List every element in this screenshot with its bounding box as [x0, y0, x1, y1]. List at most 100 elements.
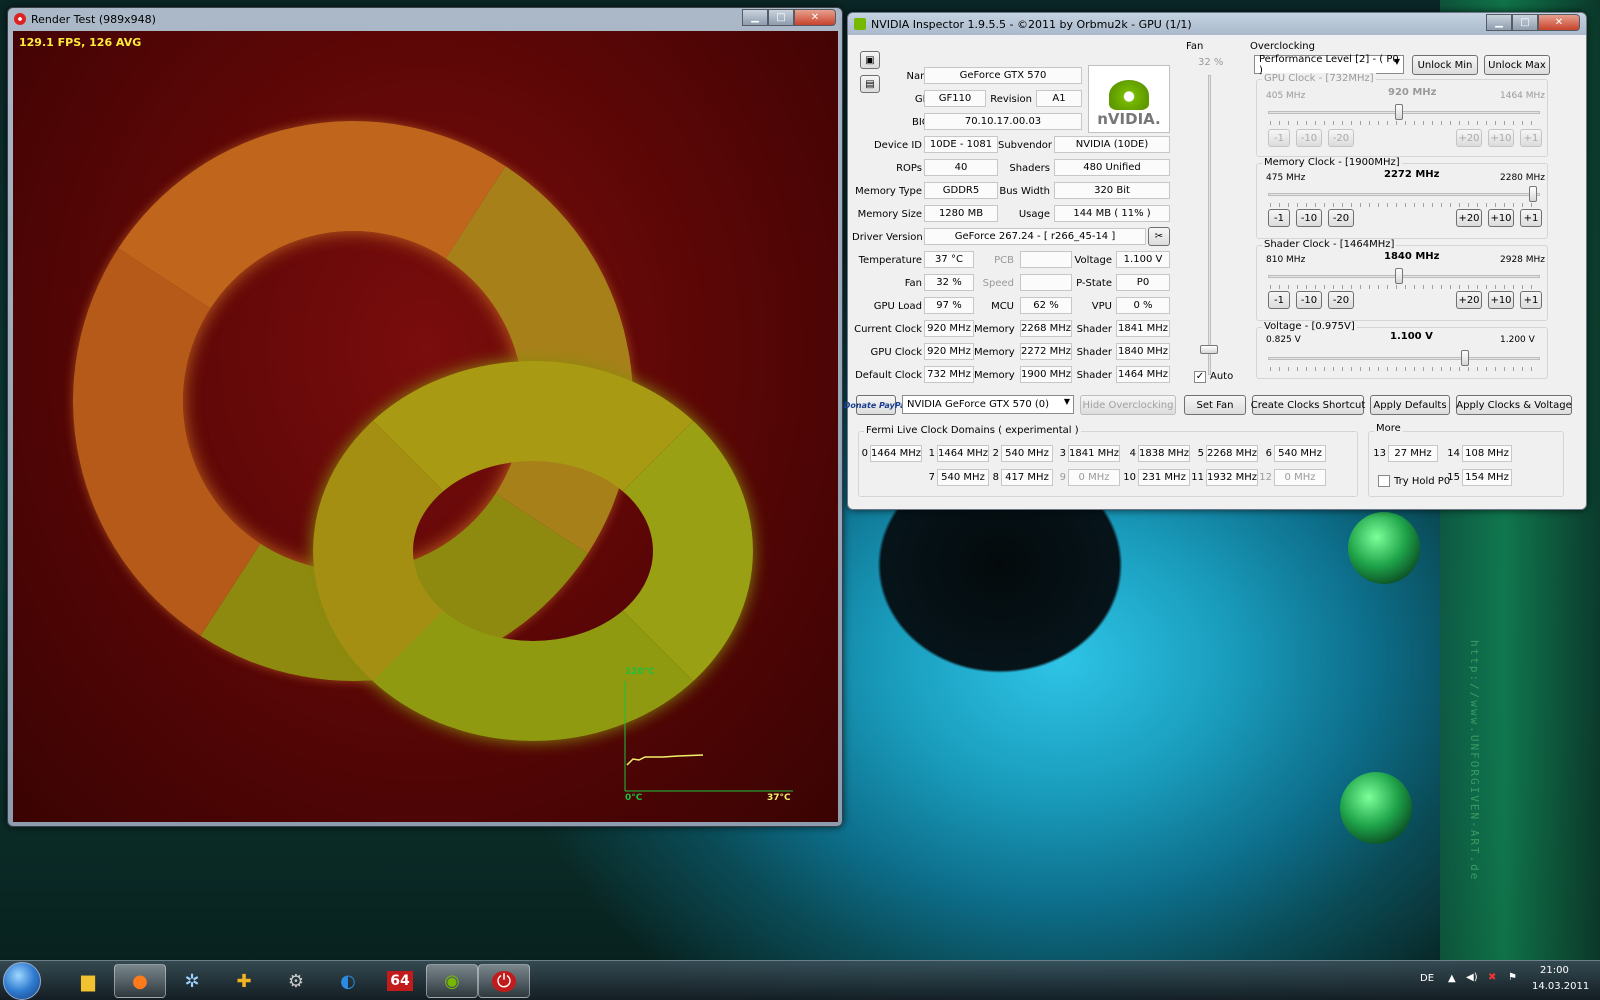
apply-clocks-voltage-button[interactable]: Apply Clocks & Voltage [1456, 395, 1572, 415]
language-indicator[interactable]: DE [1420, 973, 1434, 984]
set-fan-button[interactable]: Set Fan [1184, 395, 1246, 415]
close-button[interactable]: ✕ [794, 9, 836, 26]
gpu-plus-20-button[interactable]: +20 [1456, 129, 1482, 147]
donate-paypal-button[interactable]: Donate PayPal [844, 395, 908, 415]
shader-plus-10-button[interactable]: +10 [1488, 291, 1514, 309]
vpu-label: VPU [1091, 301, 1112, 312]
nvidia-eye-icon [1109, 80, 1149, 110]
gpu-minus-10-button[interactable]: -10 [1296, 129, 1322, 147]
maximize-button[interactable]: □ [1512, 14, 1538, 31]
slider-ticks [1270, 285, 1538, 289]
memory-plus-1-button[interactable]: +1 [1520, 209, 1542, 227]
try-hold-p0-checkbox[interactable] [1378, 475, 1390, 487]
voltage-slider-thumb[interactable] [1460, 350, 1469, 366]
gpu-minus-1-button[interactable]: -1 [1268, 129, 1290, 147]
pcb-field [1020, 251, 1072, 268]
fermi-domain-id: 1 [928, 448, 935, 459]
vpu-field: 0 % [1116, 297, 1170, 314]
clock-date[interactable]: 14.03.2011 [1532, 981, 1589, 992]
sensor-icon[interactable]: ▤ [860, 75, 880, 93]
memory-plus-20-button[interactable]: +20 [1456, 209, 1482, 227]
render-viewport[interactable]: 129.1 FPS, 126 AVG 120°C 0°C 37°C [13, 31, 838, 822]
rops-label: ROPs [896, 163, 922, 174]
clock-time[interactable]: 21:00 [1540, 965, 1569, 976]
puzzle-icon[interactable]: ✚ [218, 964, 270, 998]
nvidia-logo-text: nVIDIA. [1097, 110, 1161, 128]
shader-clock-slider-thumb[interactable] [1394, 268, 1403, 284]
slider-ticks [1270, 367, 1538, 371]
gpu-plus-1-button[interactable]: +1 [1520, 129, 1542, 147]
hide-overclocking-button[interactable]: Hide Overclocking [1080, 395, 1176, 415]
show-hidden-icons-icon[interactable]: ▲ [1448, 973, 1456, 984]
fermi-domain-value: 417 MHz [1001, 469, 1053, 486]
aida64-icon[interactable]: 64 [374, 964, 426, 998]
maximize-button[interactable]: □ [768, 9, 794, 26]
memory-clock-slider-thumb[interactable] [1529, 186, 1538, 202]
shader-minus-20-button[interactable]: -20 [1328, 291, 1354, 309]
more-domain-id: 14 [1447, 448, 1460, 459]
default-clock-label: Default Clock [855, 370, 922, 381]
shader-plus-20-button[interactable]: +20 [1456, 291, 1482, 309]
memory-minus-1-button[interactable]: -1 [1268, 209, 1290, 227]
shader-minus-10-button[interactable]: -10 [1296, 291, 1322, 309]
fan-slider-thumb[interactable] [1200, 345, 1218, 354]
action-center-icon[interactable]: ⚑ [1508, 972, 1517, 983]
temperature-line [626, 754, 704, 766]
memory-clock-slider[interactable] [1268, 193, 1540, 196]
bus-width-field: 320 Bit [1054, 182, 1170, 199]
shader-clock-group-title: Shader Clock - [1464MHz] [1262, 239, 1397, 250]
screenshot-icon[interactable]: ▣ [860, 51, 880, 69]
inspector-titlebar[interactable]: NVIDIA Inspector 1.9.5.5 - ©2011 by Orbm… [848, 13, 1586, 35]
memory-minus-20-button[interactable]: -20 [1328, 209, 1354, 227]
voltage-slider[interactable] [1268, 357, 1540, 360]
nvidia-icon[interactable]: ◉ [426, 964, 478, 998]
gpu-plus-10-button[interactable]: +10 [1488, 129, 1514, 147]
set-memory-clock-field: 2272 MHz [1020, 343, 1072, 360]
name-field: GeForce GTX 570 [924, 67, 1082, 84]
usage-label: Usage [1018, 209, 1050, 220]
graph-current-label: 37°C [767, 793, 791, 803]
graph-max-label: 120°C [625, 667, 655, 677]
fermi-domain-value: 2268 MHz [1206, 445, 1258, 462]
apply-defaults-button[interactable]: Apply Defaults [1370, 395, 1450, 415]
gpu-select[interactable]: NVIDIA GeForce GTX 570 (0) ▼ [902, 395, 1074, 414]
render-window-titlebar[interactable]: Render Test (989x948) [8, 8, 842, 30]
network-icon[interactable]: ✲ [166, 964, 218, 998]
performance-level-select[interactable]: Performance Level [2] - ( P0 ) ▼ [1254, 54, 1404, 76]
unlock-max-button[interactable]: Unlock Max [1484, 55, 1550, 75]
fermi-domain-id: 9 [1059, 472, 1066, 483]
slider-ticks [1270, 203, 1538, 207]
security-icon[interactable]: ✖ [1488, 972, 1496, 983]
close-button[interactable]: ✕ [1538, 14, 1580, 31]
default-memory-clock-field: 1900 MHz [1020, 366, 1072, 383]
browser-icon[interactable]: ◐ [322, 964, 374, 998]
create-clocks-shortcut-button[interactable]: Create Clocks Shortcut [1251, 395, 1365, 415]
more-domain-id: 13 [1373, 448, 1386, 459]
shader-clock-slider[interactable] [1268, 275, 1540, 278]
fan-auto-checkbox[interactable]: ✓ [1194, 371, 1206, 383]
fermi-domain-value: 540 MHz [1001, 445, 1053, 462]
shader-minus-1-button[interactable]: -1 [1268, 291, 1290, 309]
windows-start-icon[interactable] [3, 962, 41, 1000]
memory-plus-10-button[interactable]: +10 [1488, 209, 1514, 227]
steam-icon[interactable]: ⚙ [270, 964, 322, 998]
explorer-icon[interactable]: ▆ [62, 964, 114, 998]
shader-plus-1-button[interactable]: +1 [1520, 291, 1542, 309]
firefox-icon[interactable]: ● [114, 964, 166, 998]
gpu-clock-label: GPU Clock [870, 347, 922, 358]
minimize-button[interactable]: ▁ [1486, 14, 1512, 31]
gpu-minus-20-button[interactable]: -20 [1328, 129, 1354, 147]
fps-counter: 129.1 FPS, 126 AVG [19, 36, 142, 49]
gpu-clock-slider[interactable] [1268, 111, 1540, 114]
volume-icon[interactable]: ◀) [1466, 972, 1478, 983]
unlock-min-button[interactable]: Unlock Min [1412, 55, 1478, 75]
gpu-clock-slider-thumb[interactable] [1394, 104, 1403, 120]
fermi-domain-value: 0 MHz [1068, 469, 1120, 486]
minimize-button[interactable]: ▁ [742, 9, 768, 26]
voltage-current: 1.100 V [1390, 331, 1433, 342]
inspector-body: ▣ ▤ Name GeForce GTX 570 GPU GF110 Revis… [844, 35, 1586, 509]
fan-auto-label: Auto [1210, 371, 1234, 382]
power-icon[interactable]: ⏻ [478, 964, 530, 998]
memory-minus-10-button[interactable]: -10 [1296, 209, 1322, 227]
driver-tools-button[interactable]: ✂ [1148, 227, 1170, 246]
